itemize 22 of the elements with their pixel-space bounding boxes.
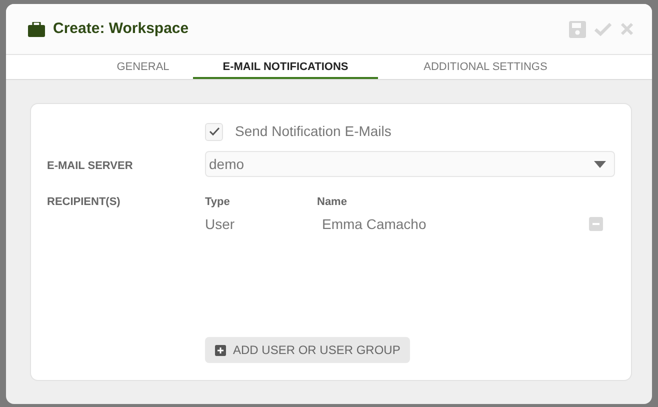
column-header: Type <box>205 195 230 210</box>
column-header: Name <box>317 195 347 210</box>
close-icon[interactable] <box>620 22 634 36</box>
save-icon[interactable] <box>569 20 586 38</box>
window-title: Create: Workspace <box>53 18 189 39</box>
plus-icon <box>215 344 226 356</box>
tab[interactable]: GENERAL <box>93 55 193 79</box>
server-dropdown[interactable]: demo <box>205 151 615 177</box>
caret-icon <box>594 160 606 168</box>
check-icon[interactable] <box>594 22 612 36</box>
field-label: E-MAIL SERVER <box>47 159 133 174</box>
tab[interactable]: ADDITIONAL SETTINGS <box>398 55 573 79</box>
remove-icon[interactable] <box>589 217 603 231</box>
table-cell-text: User <box>205 215 235 234</box>
checkbox[interactable] <box>205 122 223 140</box>
checkbox-label: Send Notification E-Mails <box>235 122 392 141</box>
tab[interactable]: E-MAIL NOTIFICATIONS <box>193 55 378 79</box>
table-cell-text: Emma Camacho <box>322 215 426 234</box>
field-label: RECIPIENT(S) <box>47 195 120 210</box>
check-icon <box>208 127 220 136</box>
add-recipient-button[interactable]: ADD USER OR USER GROUP <box>205 337 410 363</box>
briefcase-icon <box>28 22 45 36</box>
